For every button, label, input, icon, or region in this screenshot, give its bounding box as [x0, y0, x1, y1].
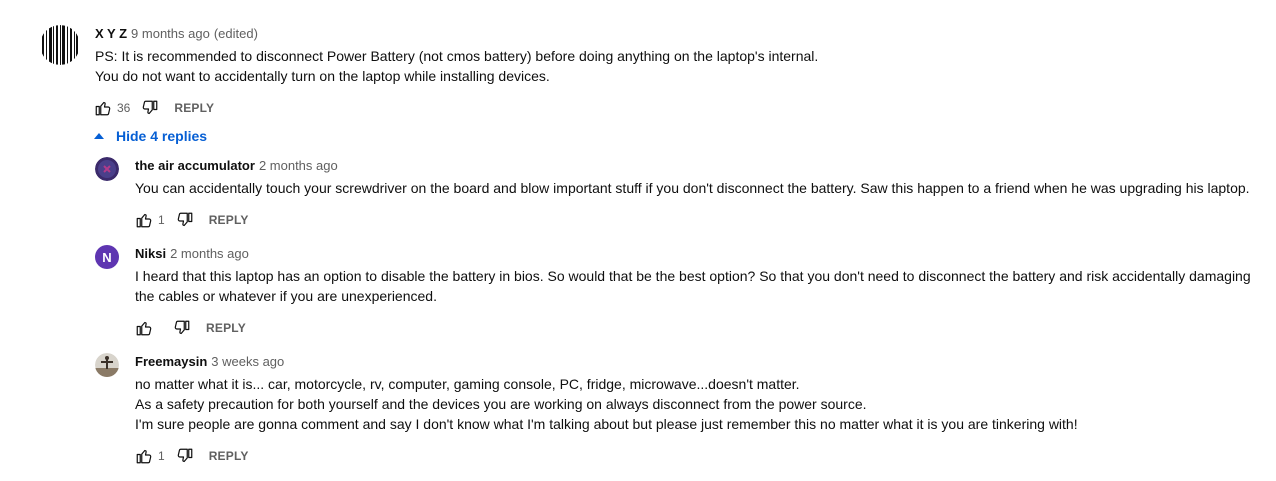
comment-actions: 36 REPLY: [93, 96, 214, 120]
comment-text: I heard that this laptop has an option t…: [135, 266, 1270, 306]
author-name[interactable]: Freemaysin: [135, 354, 207, 369]
dislike-button[interactable]: [140, 98, 160, 118]
like-button[interactable]: [134, 210, 154, 230]
hide-replies-label: Hide 4 replies: [116, 128, 208, 144]
thumb-down-icon: [177, 448, 193, 463]
thumb-up-icon: [136, 213, 152, 228]
comment-header: Freemaysin 3 weeks ago: [135, 353, 284, 371]
reply-item: Freemaysin 3 weeks ago no matter what it …: [0, 346, 1276, 481]
dislike-button[interactable]: [175, 210, 195, 230]
barcode-avatar-icon: [40, 25, 80, 65]
comment-actions: 1 REPLY: [134, 444, 249, 468]
reply-button[interactable]: REPLY: [206, 321, 246, 335]
thumb-down-icon: [143, 100, 158, 115]
comment-header: X Y Z 9 months ago (edited): [95, 25, 258, 43]
dark-purple-avatar-icon: [95, 157, 119, 181]
comment-timestamp[interactable]: 3 weeks ago: [211, 354, 284, 369]
photo-avatar-icon: [95, 353, 119, 377]
reply-button[interactable]: REPLY: [174, 101, 214, 115]
comment-line: You do not want to accidentally turn on …: [95, 68, 550, 84]
thumb-down-icon: [177, 212, 193, 227]
comment-header: the air accumulator 2 months ago: [135, 157, 338, 175]
author-avatar[interactable]: [40, 25, 80, 65]
thumb-up-icon: [136, 449, 152, 464]
reply-item: N Niksi 2 months ago I heard that this la…: [0, 238, 1276, 346]
thumb-down-icon: [174, 320, 190, 335]
comment-actions: 1 REPLY: [134, 208, 249, 232]
comment-line: As a safety precaution for both yourself…: [135, 396, 867, 412]
author-name[interactable]: Niksi: [135, 246, 166, 261]
comment-line: You can accidentally touch your screwdri…: [135, 180, 1250, 196]
reply-button[interactable]: REPLY: [209, 213, 249, 227]
author-avatar[interactable]: [95, 157, 119, 181]
comment-line: I'm sure people are gonna comment and sa…: [135, 416, 1078, 432]
comment-timestamp[interactable]: 9 months ago: [131, 26, 210, 41]
comment-text: You can accidentally touch your screwdri…: [135, 178, 1270, 198]
like-count: 1: [158, 449, 165, 463]
comment-line: the cables or whatever if you are unexpe…: [135, 288, 437, 304]
thumb-up-icon: [136, 321, 152, 336]
reply-button[interactable]: REPLY: [209, 449, 249, 463]
comment-header: Niksi 2 months ago: [135, 245, 249, 263]
caret-up-icon: [94, 133, 104, 139]
thumb-up-icon: [95, 101, 111, 116]
like-button[interactable]: [93, 98, 113, 118]
comment-timestamp[interactable]: 2 months ago: [170, 246, 249, 261]
comment-line: no matter what it is... car, motorcycle,…: [135, 376, 800, 392]
comment-line: PS: It is recommended to disconnect Powe…: [95, 48, 819, 64]
avatar-letter: N: [102, 249, 112, 265]
comment-text: PS: It is recommended to disconnect Powe…: [95, 46, 1230, 86]
like-button[interactable]: [134, 318, 154, 338]
author-avatar[interactable]: [95, 353, 119, 377]
hide-replies-button[interactable]: Hide 4 replies: [94, 127, 207, 145]
comment-timestamp[interactable]: 2 months ago: [259, 158, 338, 173]
comment-thread: X Y Z 9 months ago (edited) PS: It is reco…: [0, 0, 1276, 481]
author-name[interactable]: the air accumulator: [135, 158, 255, 173]
edited-label: (edited): [213, 26, 258, 41]
dislike-button[interactable]: [175, 446, 195, 466]
dislike-button[interactable]: [172, 318, 192, 338]
author-name[interactable]: X Y Z: [95, 26, 127, 41]
comment-text: no matter what it is... car, motorcycle,…: [135, 374, 1270, 434]
like-count: 1: [158, 213, 165, 227]
like-button[interactable]: [134, 446, 154, 466]
comment-item: X Y Z 9 months ago (edited) PS: It is reco…: [0, 0, 1276, 125]
comment-line: I heard that this laptop has an option t…: [135, 268, 1251, 284]
like-count: 36: [117, 101, 131, 115]
reply-item: the air accumulator 2 months ago You can …: [0, 150, 1276, 238]
comment-actions: REPLY: [134, 316, 246, 340]
author-avatar[interactable]: N: [95, 245, 119, 269]
